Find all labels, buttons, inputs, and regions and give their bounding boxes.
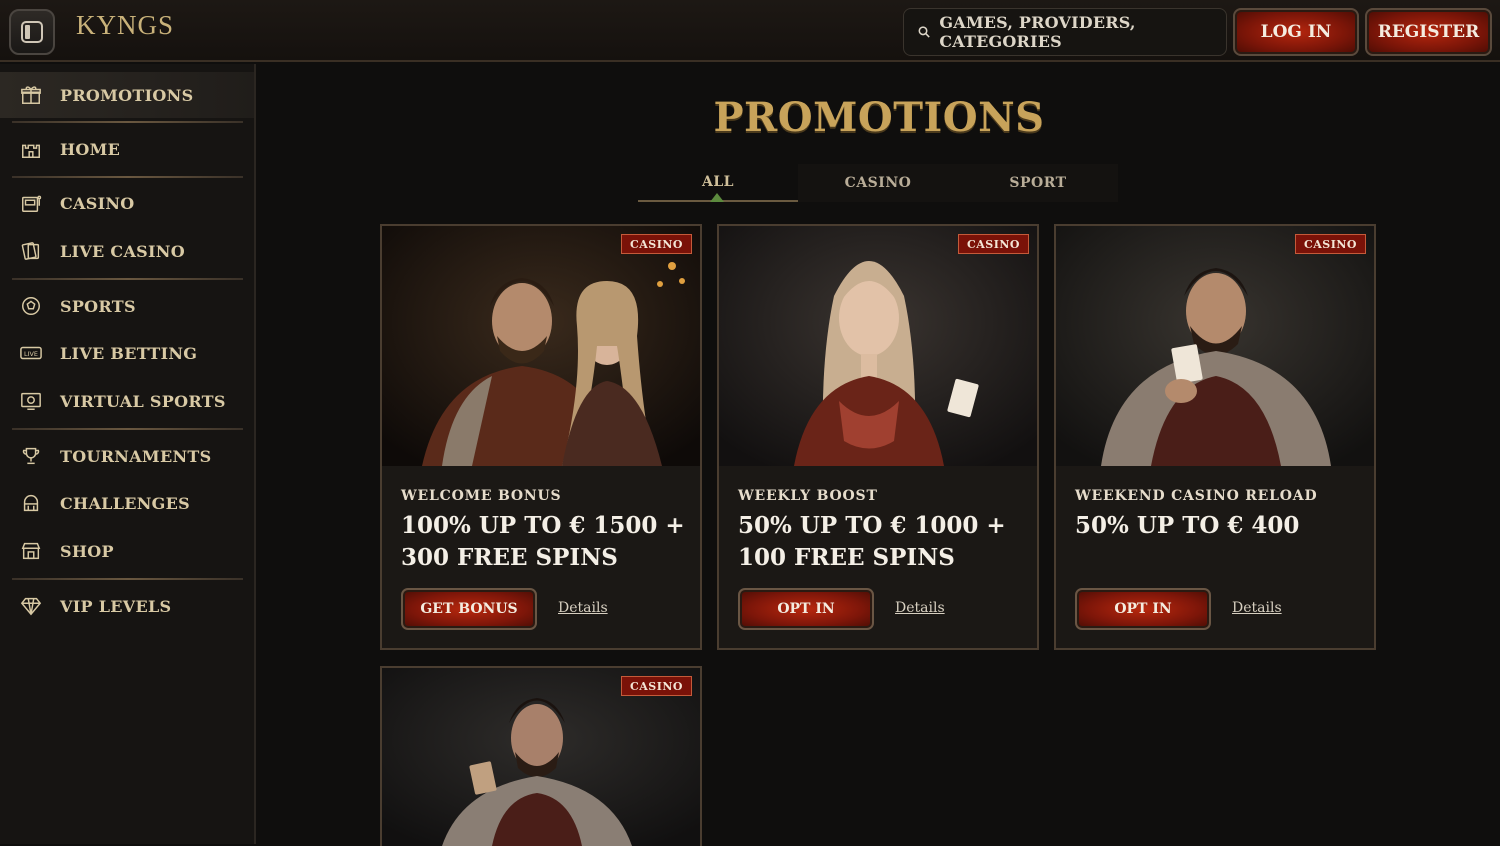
- promo-subtitle: WEEKEND CASINO RELOAD: [1075, 488, 1318, 504]
- promo-title: 100% UP TO € 1500 + 300 FREE SPINS: [401, 512, 685, 571]
- promo-title: 50% UP TO € 1000 + 100 FREE SPINS: [738, 512, 1006, 571]
- promo-card-welcome-bonus[interactable]: CASINO WELCOME BONUS 100% UP TO € 1500 +…: [380, 224, 702, 650]
- soccer-ball-icon: [20, 295, 42, 317]
- get-bonus-button[interactable]: GET BONUS: [401, 588, 537, 630]
- tab-casino[interactable]: CASINO: [798, 164, 958, 202]
- shop-icon: [20, 540, 42, 562]
- virtual-screen-icon: [20, 390, 42, 412]
- register-button[interactable]: REGISTER: [1365, 8, 1492, 56]
- login-button[interactable]: LOG IN: [1233, 8, 1359, 56]
- search-icon: [918, 26, 930, 38]
- sidebar: PROMOTIONS HOME CASINO LIVE CASINO SPORT…: [0, 64, 256, 844]
- tab-all[interactable]: ALL: [638, 164, 798, 202]
- sidebar-item-vip-levels[interactable]: VIP LEVELS: [0, 583, 254, 629]
- sidebar-item-label: VIRTUAL SPORTS: [60, 391, 226, 411]
- cards-icon: [20, 240, 42, 262]
- helmet-icon: [20, 492, 42, 514]
- promo-card-weekend-reload[interactable]: CASINO WEEKEND CASINO RELOAD 50% UP TO €…: [1054, 224, 1376, 650]
- gift-icon: [20, 84, 42, 106]
- sidebar-item-sports[interactable]: SPORTS: [0, 283, 254, 329]
- sidebar-item-label: LIVE CASINO: [60, 241, 185, 261]
- search-input[interactable]: GAMES, PROVIDERS, CATEGORIES: [903, 8, 1227, 56]
- sidebar-item-live-betting[interactable]: LIVE LIVE BETTING: [0, 330, 254, 376]
- promo-tabs: ALL CASINO SPORT: [638, 164, 1118, 202]
- sidebar-item-label: CASINO: [60, 193, 135, 213]
- sidebar-item-virtual-sports[interactable]: VIRTUAL SPORTS: [0, 378, 254, 424]
- diamond-icon: [20, 595, 42, 617]
- category-badge: CASINO: [957, 234, 1029, 254]
- sidebar-item-shop[interactable]: SHOP: [0, 528, 254, 574]
- promo-card-partial[interactable]: CASINO: [380, 666, 702, 846]
- sidebar-item-label: HOME: [60, 139, 121, 159]
- active-tab-indicator: [710, 193, 724, 202]
- opt-in-button[interactable]: OPT IN: [738, 588, 874, 630]
- promo-subtitle: WELCOME BONUS: [401, 488, 562, 504]
- details-link[interactable]: Details: [558, 600, 608, 616]
- sidebar-item-tournaments[interactable]: TOURNAMENTS: [0, 433, 254, 479]
- sidebar-item-label: PROMOTIONS: [60, 85, 194, 105]
- category-badge: CASINO: [620, 234, 692, 254]
- sidebar-item-label: LIVE BETTING: [60, 343, 198, 363]
- sidebar-item-label: TOURNAMENTS: [60, 446, 212, 466]
- svg-text:LIVE: LIVE: [24, 350, 38, 358]
- details-link[interactable]: Details: [895, 600, 945, 616]
- promo-card-image: CASINO: [719, 226, 1037, 466]
- site-logo[interactable]: KYNGS: [76, 10, 174, 41]
- sidebar-toggle-button[interactable]: [9, 9, 55, 55]
- sidebar-item-home[interactable]: HOME: [0, 126, 254, 172]
- promo-card-weekly-boost[interactable]: CASINO WEEKLY BOOST 50% UP TO € 1000 + 1…: [717, 224, 1039, 650]
- logo-text: KYNGS: [76, 10, 175, 40]
- main-content: PROMOTIONS ALL CASINO SPORT CASINO WELCO…: [258, 64, 1500, 846]
- trophy-icon: [20, 445, 42, 467]
- sidebar-item-label: CHALLENGES: [60, 493, 190, 513]
- sidebar-divider: [12, 278, 243, 280]
- sidebar-divider: [12, 121, 243, 123]
- sidebar-toggle-icon: [21, 21, 43, 43]
- sidebar-item-casino[interactable]: CASINO: [0, 180, 254, 226]
- opt-in-button[interactable]: OPT IN: [1075, 588, 1211, 630]
- sidebar-divider: [12, 578, 243, 580]
- castle-icon: [20, 138, 42, 160]
- search-placeholder: GAMES, PROVIDERS, CATEGORIES: [939, 13, 1136, 51]
- tab-label: ALL: [701, 174, 735, 190]
- sidebar-item-live-casino[interactable]: LIVE CASINO: [0, 228, 254, 274]
- promo-title: 50% UP TO € 400: [1075, 512, 1300, 539]
- details-link[interactable]: Details: [1232, 600, 1282, 616]
- promo-card-image: CASINO: [382, 226, 700, 466]
- promo-card-image: CASINO: [1056, 226, 1374, 466]
- page-title: PROMOTIONS: [713, 94, 1045, 141]
- promo-card-image: CASINO: [382, 668, 700, 846]
- promo-subtitle: WEEKLY BOOST: [738, 488, 878, 504]
- sidebar-item-label: SPORTS: [60, 296, 136, 316]
- sidebar-item-label: SHOP: [60, 541, 114, 561]
- top-header: KYNGS GAMES, PROVIDERS, CATEGORIES LOG I…: [0, 0, 1500, 62]
- sidebar-item-promotions[interactable]: PROMOTIONS: [0, 72, 254, 118]
- category-badge: CASINO: [620, 676, 692, 696]
- sidebar-item-label: VIP LEVELS: [60, 596, 172, 616]
- live-icon: LIVE: [20, 342, 42, 364]
- sidebar-item-challenges[interactable]: CHALLENGES: [0, 480, 254, 526]
- slot-machine-icon: [20, 192, 42, 214]
- sidebar-divider: [12, 428, 243, 430]
- category-badge: CASINO: [1294, 234, 1366, 254]
- sidebar-divider: [12, 176, 243, 178]
- tab-sport[interactable]: SPORT: [958, 164, 1118, 202]
